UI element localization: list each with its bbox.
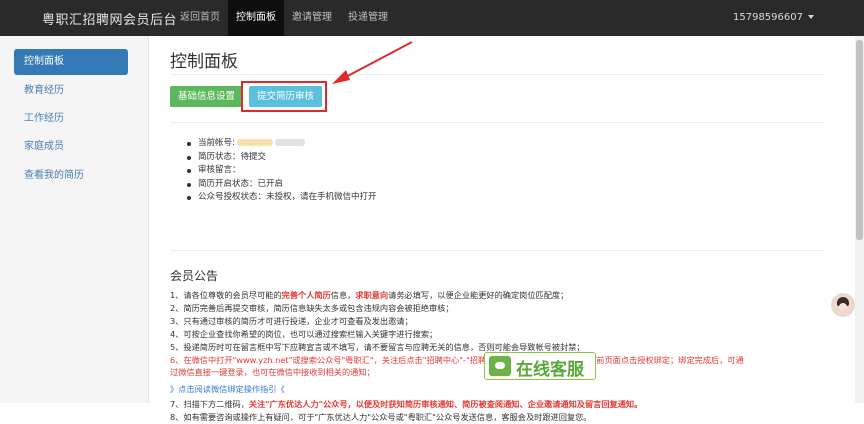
top-navbar: 粤职汇招聘网会员后台 返回首页 控制面板 邀请管理 投递管理 157985966… [0,0,864,36]
wechat-auth-status: 公众号授权状态：未授权，请在手机微信中打开 [187,191,377,205]
nav-home[interactable]: 返回首页 [172,0,228,36]
sidebar-item-education[interactable]: 教育经历 [14,78,128,104]
redacted-account [236,139,273,146]
basic-info-button[interactable]: 基础信息设置 [170,86,244,107]
resume-open-status: 简历开启状态：已开启 [187,178,377,192]
rule-2: 2、简历完善后再提交审核，简历信息缺失太多或包含违规内容会被拒绝审核； [170,302,454,313]
notice-title: 会员公告 [170,269,219,283]
online-service-button[interactable]: 在线客服 [484,352,596,380]
sidebar-item-family[interactable]: 家庭成员 [14,134,128,160]
top-nav: 返回首页 控制面板 邀请管理 投递管理 [172,0,396,36]
scrollbar-thumb[interactable] [856,40,863,240]
red-arrow-annotation [332,41,413,84]
sidebar-item-my-resume[interactable]: 查看我的简历 [14,163,128,189]
sidebar-item-dashboard[interactable]: 控制面板 [14,49,128,75]
wechat-guide-link[interactable]: 》点击阅读微信绑定操作指引《 [170,383,825,396]
user-phone: 15798596607 [733,12,803,23]
caret-down-icon [808,15,814,19]
brand-title[interactable]: 粤职汇招聘网会员后台 [42,9,177,28]
online-service-label: 在线客服 [516,360,584,380]
nav-dashboard[interactable]: 控制面板 [228,0,284,36]
floating-avatar[interactable] [831,293,855,317]
sidebar-item-work[interactable]: 工作经历 [14,106,128,132]
rule-4: 4、可按企业查找你希望的岗位，也可以通过搜索栏输入关键字进行搜索； [170,328,438,339]
divider [170,250,825,251]
page-title: 控制面板 [170,52,238,72]
divider [170,74,825,75]
nav-invites[interactable]: 邀请管理 [284,0,340,36]
chat-icon [489,356,511,376]
account-row: 当前帐号: [187,137,377,151]
nav-applications[interactable]: 投递管理 [340,0,396,36]
rule-8: 8、如有需要咨询或操作上有疑问，可于"广东优达人力"公众号或"粤职汇"公众号发送… [170,412,592,423]
account-info-list: 当前帐号: 简历状态：待提交 审核留言： 简历开启状态：已开启 公众号授权状态：… [187,137,377,205]
divider [170,122,825,123]
redacted-account [274,139,305,146]
user-menu[interactable]: 15798596607 [733,12,814,23]
rule-1: 1、请各位尊敬的会员尽可能的完善个人简历信息，求职意向请务必填写，以便企业能更好… [170,290,569,300]
sidebar: 控制面板 教育经历 工作经历 家庭成员 查看我的简历 [0,36,149,403]
rule-3: 3、只有通过审核的简历才可进行投递，企业才可查看及发出邀请； [170,315,413,326]
resume-status: 简历状态：待提交 [187,151,377,165]
rule-7: 7、扫描下方二维码，关注"广东优达人力"公众号，以便及时获知简历审核通知、简历被… [170,399,643,410]
review-note: 审核留言： [187,164,377,178]
highlight-box [241,81,327,112]
